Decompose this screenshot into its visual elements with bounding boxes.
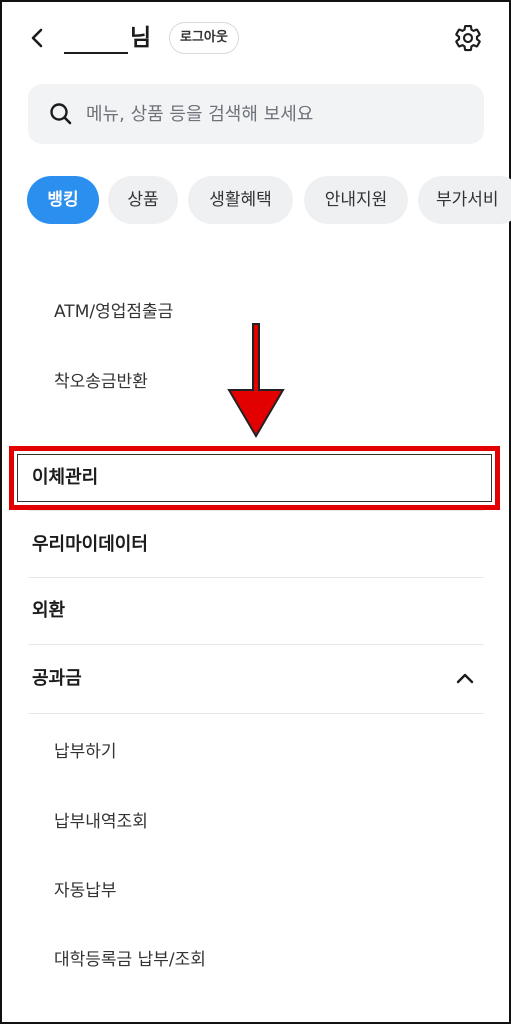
menu-category-my-data[interactable]: 우리마이데이터: [32, 533, 148, 557]
menu-item-payment-history[interactable]: 납부내역조회: [54, 810, 148, 834]
logout-button[interactable]: 로그아웃: [169, 22, 239, 54]
tab-extra-services[interactable]: 부가서비: [418, 176, 511, 224]
tab-guide-support[interactable]: 안내지원: [304, 176, 408, 224]
divider: [28, 577, 484, 578]
menu-category-utility-bills[interactable]: 공과금: [32, 667, 82, 691]
category-tabs: 뱅킹 상품 생활혜택 안내지원 부가서비: [0, 176, 511, 224]
down-arrow-icon: [224, 322, 288, 440]
divider: [28, 644, 484, 645]
chevron-up-icon[interactable]: [452, 666, 478, 692]
user-name-blank: [64, 52, 128, 54]
search-input[interactable]: [86, 98, 466, 130]
back-icon[interactable]: [24, 24, 52, 52]
menu-item-pay-bills[interactable]: 납부하기: [54, 740, 117, 764]
divider: [28, 713, 484, 714]
search-bar[interactable]: [28, 84, 484, 144]
menu-item-atm-withdrawal[interactable]: ATM/영업점출금: [54, 300, 173, 324]
menu-item-tuition-payment[interactable]: 대학등록금 납부/조회: [54, 948, 206, 972]
top-bar: 님 로그아웃: [0, 0, 511, 78]
tab-lifestyle-benefits[interactable]: 생활혜택: [188, 176, 293, 224]
menu-item-mistaken-transfer-return[interactable]: 착오송금반환: [54, 370, 148, 394]
divider: [28, 510, 484, 511]
highlight-inner-outline: [17, 454, 492, 502]
menu-category-foreign-exchange[interactable]: 외환: [32, 599, 65, 623]
highlight-box: [9, 446, 500, 510]
tab-banking[interactable]: 뱅킹: [27, 176, 99, 224]
screenshot-frame: [0, 0, 511, 1024]
search-icon: [48, 101, 74, 127]
settings-icon[interactable]: [453, 23, 483, 53]
menu-item-auto-payment[interactable]: 자동납부: [54, 879, 117, 903]
user-name-suffix: 님: [130, 25, 152, 51]
tab-products[interactable]: 상품: [108, 176, 178, 224]
